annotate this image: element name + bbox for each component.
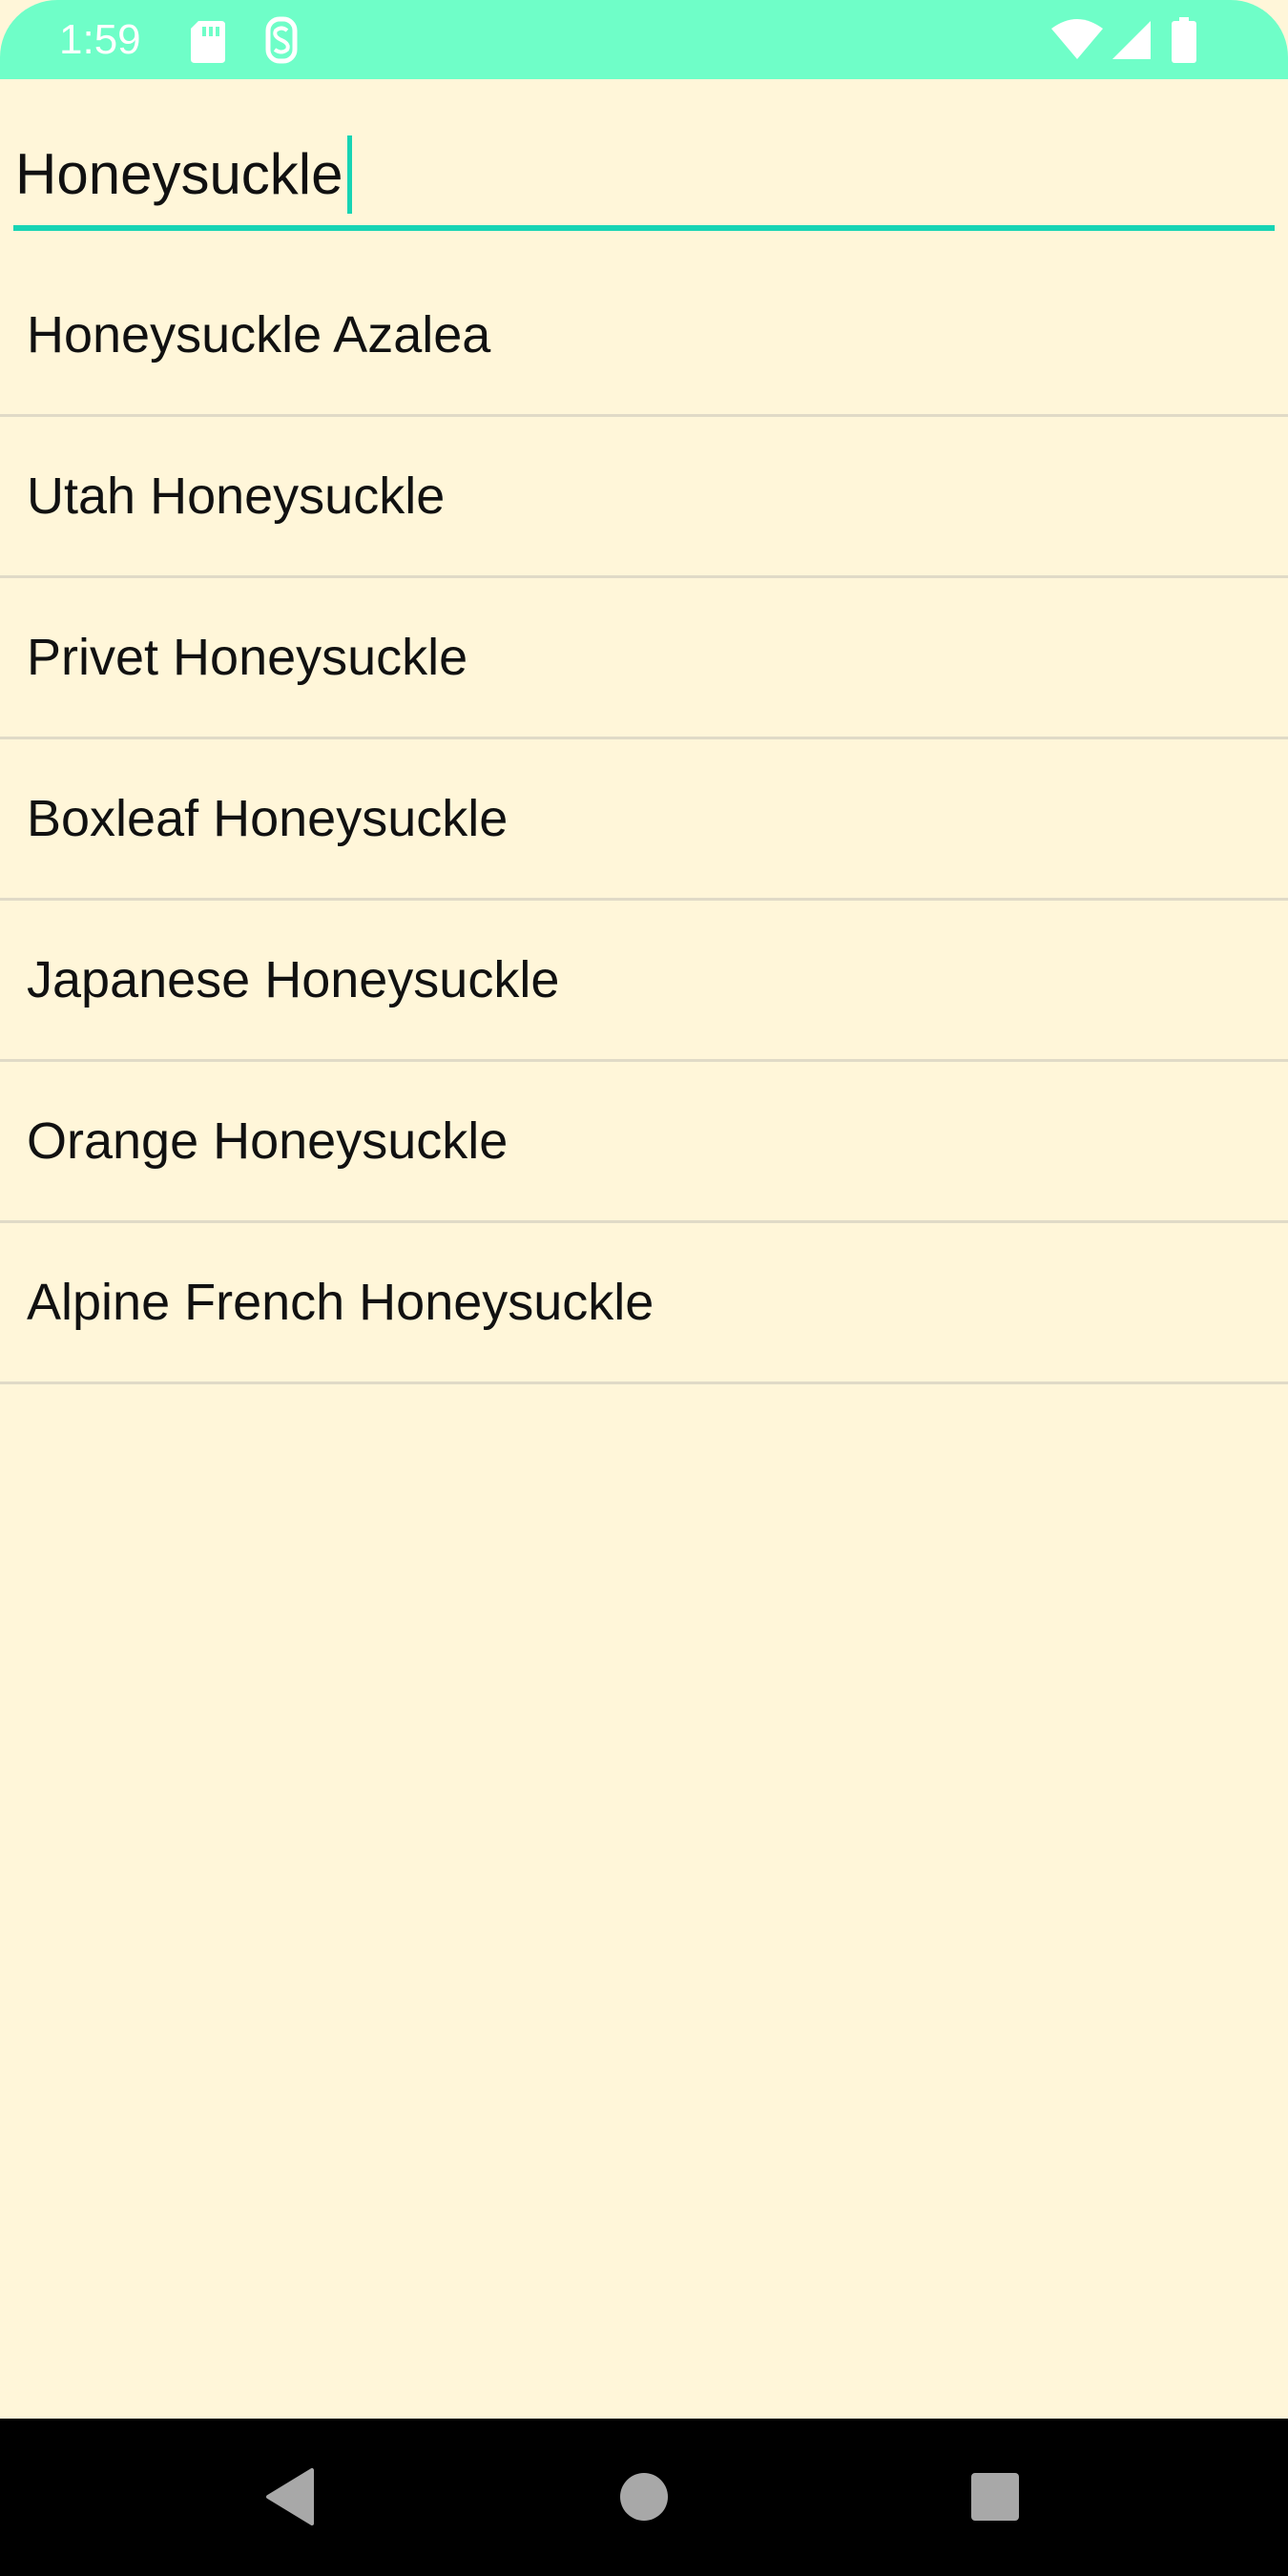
list-item-label: Utah Honeysuckle bbox=[27, 467, 446, 525]
list-item-label: Alpine French Honeysuckle bbox=[27, 1274, 654, 1331]
app-screen: 1:59 Honeysuckle Honeysuckle Azalea Utah… bbox=[0, 0, 1288, 2576]
recents-icon bbox=[971, 2473, 1019, 2521]
search-input[interactable]: Honeysuckle bbox=[15, 135, 352, 218]
list-item[interactable]: Orange Honeysuckle bbox=[0, 1062, 1288, 1223]
s-notification-icon bbox=[265, 16, 298, 64]
recents-button[interactable] bbox=[957, 2459, 1033, 2535]
list-item[interactable]: Utah Honeysuckle bbox=[0, 417, 1288, 578]
status-bar: 1:59 bbox=[0, 0, 1288, 79]
text-cursor bbox=[346, 135, 352, 214]
home-icon bbox=[620, 2473, 668, 2521]
search-underline bbox=[13, 225, 1275, 231]
back-button[interactable] bbox=[253, 2459, 329, 2535]
home-button[interactable] bbox=[606, 2459, 682, 2535]
list-item-label: Orange Honeysuckle bbox=[27, 1112, 509, 1170]
list-item-label: Boxleaf Honeysuckle bbox=[27, 790, 509, 847]
status-time: 1:59 bbox=[59, 16, 141, 63]
results-list: Honeysuckle Azalea Utah Honeysuckle Priv… bbox=[0, 256, 1288, 1384]
battery-icon bbox=[1172, 17, 1196, 63]
list-item-label: Honeysuckle Azalea bbox=[27, 306, 491, 364]
list-item-label: Privet Honeysuckle bbox=[27, 629, 468, 686]
navigation-bar bbox=[0, 2419, 1288, 2576]
search-input-value: Honeysuckle bbox=[15, 141, 343, 206]
list-item[interactable]: Boxleaf Honeysuckle bbox=[0, 739, 1288, 901]
sd-card-icon bbox=[191, 21, 225, 63]
wifi-icon bbox=[1051, 19, 1103, 59]
list-item[interactable]: Honeysuckle Azalea bbox=[0, 256, 1288, 417]
back-icon bbox=[266, 2468, 314, 2525]
list-item-label: Japanese Honeysuckle bbox=[27, 951, 560, 1008]
search-field[interactable]: Honeysuckle bbox=[13, 124, 1275, 235]
list-item[interactable]: Privet Honeysuckle bbox=[0, 578, 1288, 739]
list-item[interactable]: Alpine French Honeysuckle bbox=[0, 1223, 1288, 1384]
cell-signal-icon bbox=[1112, 21, 1151, 59]
list-item[interactable]: Japanese Honeysuckle bbox=[0, 901, 1288, 1062]
